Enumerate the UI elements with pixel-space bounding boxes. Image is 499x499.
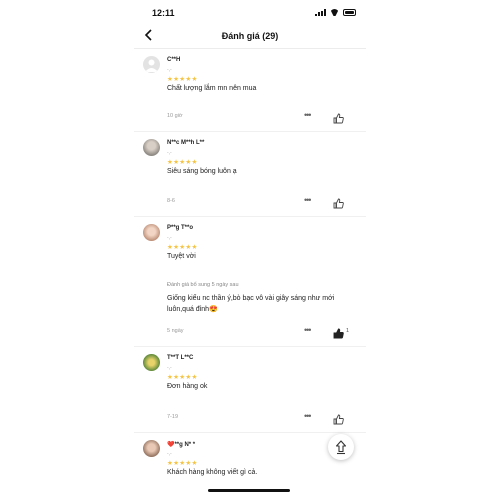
variant-text: -,-: [167, 150, 172, 156]
more-options-icon[interactable]: •••: [304, 325, 312, 335]
like-thumb-icon[interactable]: [333, 326, 344, 339]
review-text: Khách hàng không viết gì cả.: [167, 469, 258, 476]
like-count: 1: [346, 328, 350, 334]
avatar: [143, 440, 160, 457]
signal-icon: [315, 9, 326, 16]
review-text: Tuyệt vời: [167, 253, 196, 260]
avatar: [143, 139, 160, 156]
supplement-label: Đánh giá bổ sung 5 ngày sau: [167, 282, 239, 288]
rating-stars: ★★★★★: [167, 244, 198, 251]
status-bar: 12:11: [134, 0, 366, 26]
like-thumb-icon[interactable]: [333, 412, 344, 425]
avatar: [143, 224, 160, 241]
status-time: 12:11: [152, 8, 175, 18]
like-thumb-icon[interactable]: [333, 111, 344, 124]
review-text: Chất lượng lắm mn nên mua: [167, 85, 257, 92]
review-date: 7-19: [167, 414, 179, 420]
review-text: Đơn hàng ok: [167, 383, 208, 390]
like-thumb-icon[interactable]: [333, 196, 344, 209]
more-options-icon[interactable]: •••: [304, 195, 312, 205]
review-date: 10 giờ: [167, 113, 183, 119]
variant-text: -,-: [167, 67, 172, 73]
supplement-text: Giống kiểu nc thần ý,bò bạc vô vài giây …: [167, 295, 335, 313]
wifi-icon: [330, 9, 339, 16]
reviewer-name: C**H: [167, 57, 181, 63]
avatar: [143, 56, 160, 73]
avatar: [143, 354, 160, 371]
review-item: N**c M**h L** -,- ★★★★★ Siêu sáng bóng l…: [134, 131, 366, 217]
rating-stars: ★★★★★: [167, 159, 198, 166]
rating-stars: ★★★★★: [167, 76, 198, 83]
reviewer-name: ❤️**g N* *: [167, 442, 196, 448]
header-bar: Đánh giá (29): [134, 26, 366, 49]
review-date: 8-6: [167, 198, 175, 204]
battery-icon: [343, 9, 356, 16]
scroll-to-top-button[interactable]: [328, 434, 354, 460]
review-screen: 12:11 Đánh giá (29) C**H -,- ★★★★★ Chất …: [134, 0, 366, 499]
review-text: Siêu sáng bóng luôn ạ: [167, 168, 237, 175]
variant-text: -,-: [167, 365, 172, 371]
rating-stars: ★★★★★: [167, 374, 198, 381]
review-item: T**T L**C -,- ★★★★★ Đơn hàng ok 7-19 •••: [134, 346, 366, 433]
arrow-up-icon: [335, 440, 347, 455]
more-options-icon[interactable]: •••: [304, 411, 312, 421]
rating-stars: ★★★★★: [167, 460, 198, 467]
status-icons: [315, 9, 356, 16]
page-title: Đánh giá (29): [221, 31, 279, 41]
home-indicator[interactable]: [208, 489, 290, 492]
reviewer-name: T**T L**C: [167, 355, 194, 361]
reviewer-name: N**c M**h L**: [167, 140, 205, 146]
review-item: C**H -,- ★★★★★ Chất lượng lắm mn nên mua…: [134, 48, 366, 132]
more-options-icon[interactable]: •••: [304, 110, 312, 120]
variant-text: -,-: [167, 451, 172, 457]
variant-text: -,-: [167, 235, 172, 241]
review-item: P**g T**o -,- ★★★★★ Tuyệt vời Đánh giá b…: [134, 216, 366, 347]
reviewer-name: P**g T**o: [167, 225, 194, 231]
review-date: 5 ngày: [167, 328, 184, 334]
